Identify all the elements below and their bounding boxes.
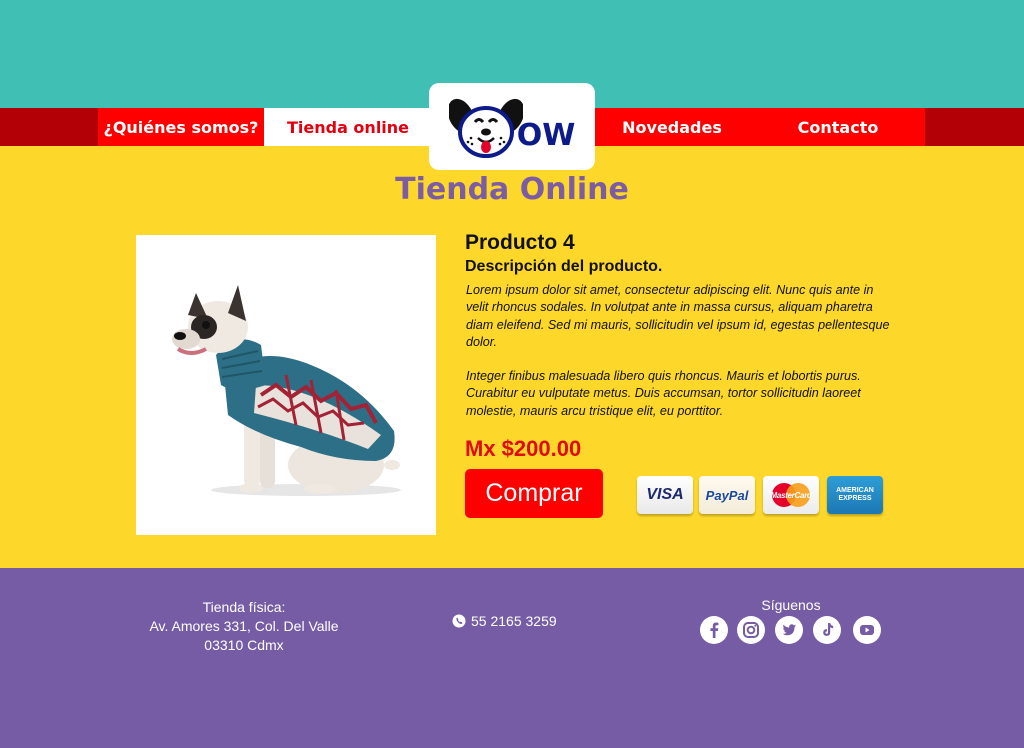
nav-item-quienes-somos[interactable]: ¿Quiénes somos?	[98, 108, 264, 146]
tiktok-icon[interactable]	[813, 616, 841, 644]
paypal-card-icon: PayPal	[699, 476, 755, 514]
footer-address-line: Tienda física:	[202, 599, 286, 615]
footer-address-line: Av. Amores 331, Col. Del Valle	[149, 618, 339, 634]
youtube-icon[interactable]	[853, 616, 881, 644]
product-description-paragraph: Integer finibus malesuada libero quis rh…	[466, 369, 861, 418]
mastercard-card-label: MasterCard	[770, 490, 812, 500]
paypal-card-label: PayPal	[705, 487, 749, 503]
footer-address: Tienda física: Av. Amores 331, Col. Del …	[140, 598, 348, 655]
footer-phone[interactable]: 55 2165 3259	[452, 613, 557, 629]
product-description-paragraph: Lorem ipsum dolor sit amet, consectetur …	[466, 283, 890, 349]
nav-item-contacto[interactable]: Contacto	[752, 108, 924, 146]
footer	[0, 568, 1024, 748]
nav-item-tienda-online[interactable]: Tienda online	[264, 108, 432, 146]
page-title: Tienda Online	[395, 172, 629, 207]
visa-card-icon: VISA	[637, 476, 693, 514]
visa-card-label: VISA	[646, 486, 684, 503]
product-subtitle: Descripción del producto.	[465, 258, 663, 275]
whatsapp-icon	[452, 614, 466, 628]
footer-address-line: 03310 Cdmx	[204, 637, 284, 653]
twitter-icon[interactable]	[775, 616, 803, 644]
amex-card-icon: AMERICAN EXPRESS	[827, 476, 883, 514]
mastercard-card-icon: MasterCard	[763, 476, 819, 514]
amex-card-label: AMERICAN EXPRESS	[836, 487, 874, 502]
follow-label: Síguenos	[761, 597, 821, 613]
product-name: Producto 4	[465, 231, 575, 254]
product-price: Mx $200.00	[465, 436, 582, 461]
product-description: Lorem ipsum dolor sit amet, consectetur …	[466, 282, 898, 420]
dog-face-icon	[448, 98, 523, 158]
product-image	[136, 235, 436, 535]
site-logo[interactable]: OW	[429, 83, 595, 170]
facebook-icon[interactable]	[700, 616, 728, 644]
phone-number: 55 2165 3259	[471, 613, 557, 629]
instagram-icon[interactable]	[737, 616, 765, 644]
logo-text: OW	[516, 118, 576, 153]
dog-in-sweater-image	[172, 285, 401, 496]
buy-button[interactable]: Comprar	[465, 469, 603, 518]
nav-item-novedades[interactable]: Novedades	[596, 108, 748, 146]
